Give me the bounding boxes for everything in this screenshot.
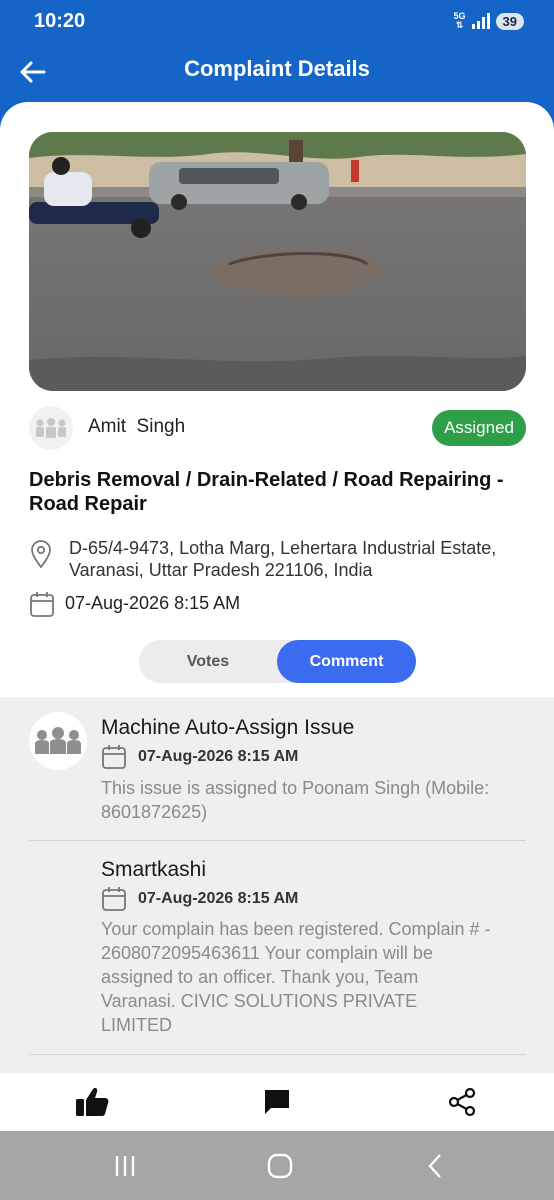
comment-author: Machine Auto-Assign Issue <box>101 716 355 739</box>
road-photo-illustration <box>29 132 526 391</box>
divider <box>29 840 526 841</box>
recent-apps-button[interactable] <box>105 1149 145 1183</box>
chevron-left-icon <box>428 1154 441 1178</box>
tab-votes[interactable]: Votes <box>139 640 277 683</box>
comments-list[interactable]: Machine Auto-Assign Issue 07-Aug-2026 8:… <box>0 697 554 1073</box>
complaint-address: D-65/4-9473, Lotha Marg, Lehertara Indus… <box>69 538 497 580</box>
comment-author: Smartkashi <box>101 858 207 881</box>
status-time: 10:20 <box>34 10 86 32</box>
calendar-icon <box>102 745 126 769</box>
comment-date: 07-Aug-2026 8:15 AM <box>138 748 299 765</box>
system-back-button[interactable] <box>415 1149 455 1183</box>
comment-text: Your complain has been registered. Compl… <box>101 919 491 1035</box>
divider <box>29 1054 526 1055</box>
recent-apps-icon <box>115 1156 135 1176</box>
status-badge: Assigned <box>432 410 526 446</box>
home-icon <box>267 1153 293 1179</box>
bottom-action-bar <box>0 1073 554 1131</box>
battery-indicator: 39 <box>495 12 524 30</box>
complaint-datetime: 07-Aug-2026 8:15 AM <box>65 593 241 613</box>
home-button[interactable] <box>260 1149 300 1183</box>
complaint-title: Debris Removal / Drain-Related / Road Re… <box>29 469 504 515</box>
comment-text: This issue is assigned to Poonam Singh (… <box>101 778 490 822</box>
status-bar: 10:20 5G ⇅ 39 <box>0 0 554 44</box>
location-pin-icon <box>31 540 51 569</box>
comment-button[interactable] <box>257 1085 297 1119</box>
header: Complaint Details <box>0 44 554 100</box>
share-button[interactable] <box>442 1085 482 1119</box>
network-icon: 5G ⇅ <box>453 11 466 30</box>
signal-icon <box>471 13 490 29</box>
vote-button[interactable] <box>72 1085 112 1119</box>
avatar <box>29 712 87 770</box>
page-title: Complaint Details <box>184 56 370 81</box>
group-icon <box>36 418 66 438</box>
calendar-icon <box>30 592 54 617</box>
calendar-icon <box>102 887 126 911</box>
reporter-name: Amit Singh <box>88 416 186 437</box>
comment-date: 07-Aug-2026 8:15 AM <box>138 890 299 907</box>
share-icon <box>448 1087 476 1117</box>
avatar <box>29 406 73 450</box>
tab-comment[interactable]: Comment <box>277 640 416 683</box>
reporter-row: Amit Singh Assigned <box>29 406 526 450</box>
group-icon <box>35 727 81 754</box>
thumbs-up-icon <box>76 1088 109 1116</box>
system-navigation-bar <box>0 1131 554 1200</box>
votes-comment-toggle: Votes Comment <box>139 640 416 683</box>
comment-icon <box>265 1090 289 1114</box>
complaint-photo[interactable] <box>29 132 526 391</box>
